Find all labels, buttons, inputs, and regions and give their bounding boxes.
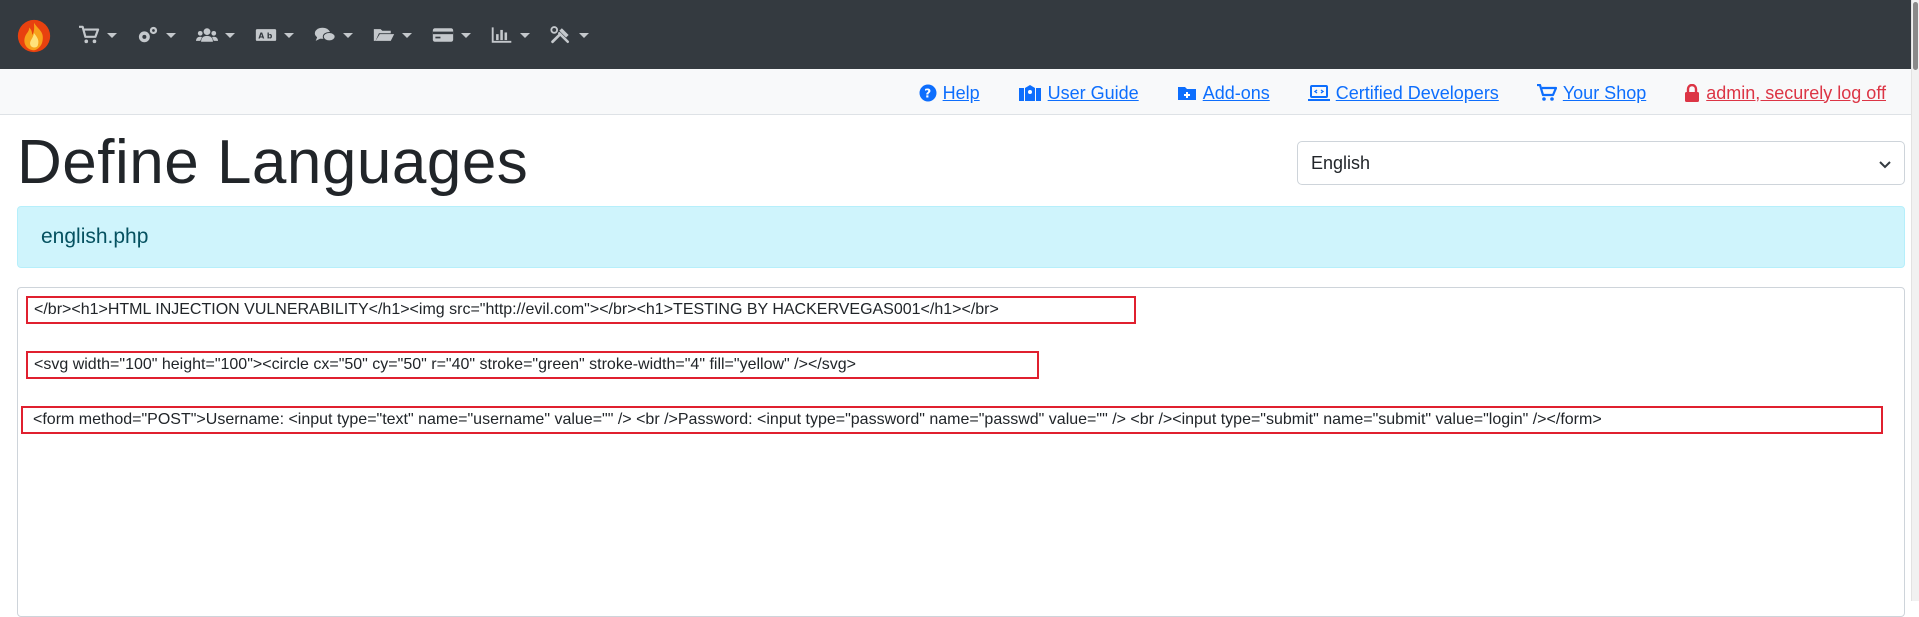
chevron-down-icon bbox=[166, 32, 176, 38]
users-icon bbox=[196, 28, 218, 42]
chevron-down-icon bbox=[343, 32, 353, 38]
user-guide-link[interactable]: User Guide bbox=[1018, 83, 1139, 104]
modules-menu[interactable] bbox=[137, 22, 176, 48]
chevron-down-icon bbox=[520, 32, 530, 38]
cart-icon bbox=[1536, 84, 1557, 101]
flame-logo[interactable] bbox=[15, 17, 53, 55]
lock-icon bbox=[1685, 84, 1700, 102]
localization-menu[interactable]: A b bbox=[255, 22, 294, 48]
language-definition-editor[interactable]: </br><h1>HTML INJECTION VULNERABILITY</h… bbox=[17, 287, 1905, 617]
editor-line: <svg width="100" height="100"><circle cx… bbox=[34, 356, 856, 373]
editor-line: </br><h1>HTML INJECTION VULNERABILITY</h… bbox=[34, 301, 999, 318]
customers-menu[interactable] bbox=[196, 22, 235, 48]
svg-text:b: b bbox=[267, 31, 273, 40]
chevron-down-icon bbox=[284, 32, 294, 38]
communication-menu[interactable] bbox=[314, 22, 353, 48]
chart-icon bbox=[491, 27, 512, 43]
question-circle-icon: ? bbox=[919, 84, 937, 102]
gears-icon bbox=[138, 26, 158, 43]
main-menu: A b bbox=[78, 22, 609, 48]
scrollbar-thumb[interactable] bbox=[1913, 2, 1918, 70]
catalog-menu[interactable] bbox=[78, 22, 117, 48]
chevron-down-icon bbox=[579, 32, 589, 38]
top-navbar: A b bbox=[0, 0, 1919, 69]
cart-icon bbox=[79, 25, 100, 44]
header-link-bar: ? Help User Guide Add-ons Certified Deve… bbox=[0, 69, 1911, 115]
chevron-down-icon bbox=[225, 32, 235, 38]
user-guide-icon bbox=[1018, 85, 1041, 101]
help-link[interactable]: ? Help bbox=[919, 83, 980, 104]
certified-developers-label: Certified Developers bbox=[1335, 82, 1499, 103]
addons-link[interactable]: Add-ons bbox=[1177, 83, 1270, 104]
language-select[interactable]: English bbox=[1297, 141, 1905, 185]
language-icon: A b bbox=[255, 29, 277, 41]
tools-icon bbox=[550, 26, 570, 44]
file-name-banner: english.php bbox=[17, 206, 1905, 268]
page-title: Define Languages bbox=[17, 128, 529, 197]
chevron-down-icon bbox=[107, 32, 117, 38]
editor-line: <form method="POST">Username: <input typ… bbox=[33, 411, 1602, 428]
chevron-down-icon bbox=[461, 32, 471, 38]
catalog-files-menu[interactable] bbox=[373, 22, 412, 48]
laptop-code-icon bbox=[1307, 85, 1330, 101]
help-label: Help bbox=[942, 82, 980, 103]
tools-menu[interactable] bbox=[550, 22, 589, 48]
certified-developers-link[interactable]: Certified Developers bbox=[1307, 82, 1499, 104]
addons-label: Add-ons bbox=[1202, 82, 1270, 103]
header-links: ? Help User Guide Add-ons Certified Deve… bbox=[881, 81, 1886, 105]
file-name: english.php bbox=[41, 225, 149, 248]
folder-plus-icon bbox=[1177, 87, 1196, 100]
credit-card-icon bbox=[432, 28, 454, 42]
user-guide-label: User Guide bbox=[1047, 82, 1139, 103]
chevron-down-icon bbox=[402, 32, 412, 38]
folder-icon bbox=[373, 29, 395, 41]
svg-text:?: ? bbox=[924, 87, 931, 101]
page-scrollbar[interactable] bbox=[1911, 0, 1919, 601]
logoff-label: admin, securely log off bbox=[1706, 82, 1886, 103]
your-shop-link[interactable]: Your Shop bbox=[1536, 82, 1647, 104]
chevron-down-icon bbox=[1879, 161, 1891, 169]
comments-icon bbox=[314, 27, 336, 42]
payments-menu[interactable] bbox=[432, 22, 471, 48]
logoff-link[interactable]: admin, securely log off bbox=[1684, 83, 1886, 104]
your-shop-label: Your Shop bbox=[1562, 82, 1647, 103]
svg-text:A: A bbox=[258, 31, 264, 40]
reports-menu[interactable] bbox=[491, 22, 530, 48]
language-select-value: English bbox=[1311, 152, 1371, 173]
